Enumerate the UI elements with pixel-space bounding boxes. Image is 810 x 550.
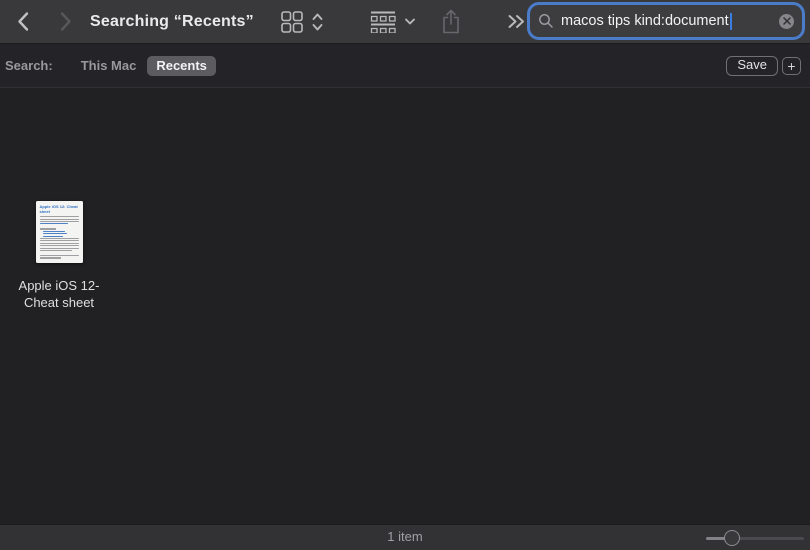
finder-window: Searching “Recents” macos tips kind:docu… [0, 0, 810, 550]
group-by-button[interactable] [369, 10, 416, 33]
status-bar: 1 item [0, 524, 810, 550]
file-name-line1: Apple iOS 12- [18, 278, 100, 293]
chevron-left-icon [16, 11, 30, 32]
grid-view-icon [280, 10, 304, 34]
icon-view-button[interactable] [280, 10, 304, 34]
group-by-icon [369, 10, 397, 33]
search-query-text: macos tips kind:document [561, 13, 729, 29]
clear-search-button[interactable] [779, 13, 794, 29]
add-criteria-button[interactable]: + [782, 56, 801, 75]
scope-recents-selected[interactable]: Recents [147, 55, 216, 76]
file-name-line2: Cheat sheet [23, 295, 95, 310]
icon-size-slider[interactable] [706, 530, 804, 546]
chevron-down-icon [404, 18, 416, 26]
window-title: Searching “Recents” [90, 13, 254, 30]
view-stepper[interactable] [311, 11, 324, 33]
file-name-label[interactable]: Apple iOS 12- Cheat sheet [3, 277, 115, 311]
back-button[interactable] [16, 11, 30, 32]
slider-knob[interactable] [724, 530, 741, 546]
save-search-button[interactable]: Save [726, 55, 778, 76]
search-results-area: Apple iOS 12: Cheat sheet Apple iOS 12- … [0, 88, 810, 524]
search-icon [538, 13, 554, 29]
chevron-right-icon [59, 11, 73, 32]
search-scope-label: Search: [5, 58, 53, 73]
toolbar: Searching “Recents” macos tips kind:docu… [0, 0, 810, 44]
double-chevron-right-icon [507, 14, 526, 29]
thumbnail-title-text: Apple iOS 12: Cheat sheet [39, 204, 78, 214]
text-caret [729, 12, 732, 30]
search-input[interactable]: macos tips kind:document [530, 5, 802, 37]
plus-icon: + [787, 57, 796, 74]
more-toolbar-items-button[interactable] [507, 14, 526, 29]
item-count-label: 1 item [387, 529, 423, 544]
share-icon [440, 8, 462, 35]
scope-this-mac[interactable]: This Mac [81, 58, 137, 73]
document-thumbnail: Apple iOS 12: Cheat sheet [35, 201, 83, 263]
search-scope-bar: Search: This Mac Recents Save + [0, 44, 810, 88]
file-item[interactable]: Apple iOS 12: Cheat sheet Apple iOS 12- … [3, 198, 115, 311]
share-button[interactable] [440, 8, 462, 35]
chevron-up-down-icon [311, 11, 324, 33]
forward-button[interactable] [59, 11, 73, 32]
